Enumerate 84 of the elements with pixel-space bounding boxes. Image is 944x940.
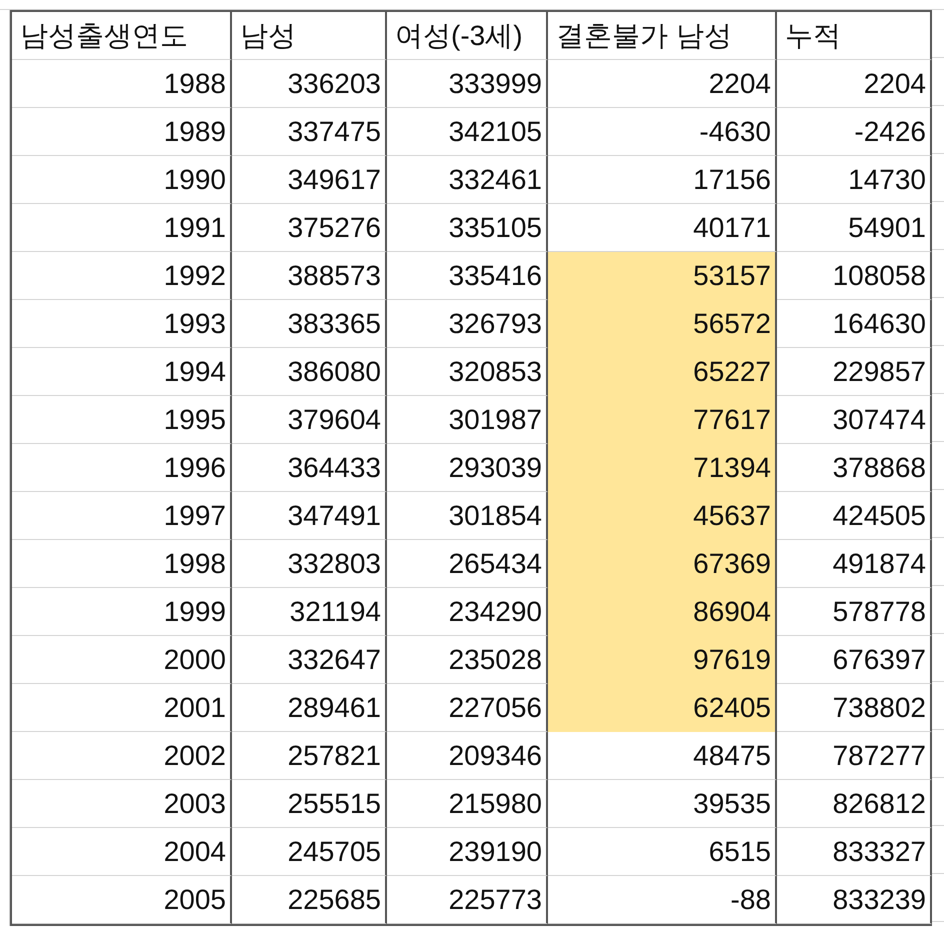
table-cell: -2426 xyxy=(777,108,932,156)
table-cell: 54901 xyxy=(777,204,932,252)
table-cell: 215980 xyxy=(387,780,548,828)
table-cell: 2004 xyxy=(12,828,232,876)
column-header: 남성출생연도 xyxy=(12,12,232,60)
table-cell: 1993 xyxy=(12,300,232,348)
table-cell: 255515 xyxy=(232,780,387,828)
table-cell: 364433 xyxy=(232,444,387,492)
table-cell: 56572 xyxy=(548,300,777,348)
table-cell: 386080 xyxy=(232,348,387,396)
table-cell: 833327 xyxy=(777,828,932,876)
table-cell: 826812 xyxy=(777,780,932,828)
table-cell: 97619 xyxy=(548,636,777,684)
table-cell: 245705 xyxy=(232,828,387,876)
table-cell: 378868 xyxy=(777,444,932,492)
table-cell: 239190 xyxy=(387,828,548,876)
table-cell: 1988 xyxy=(12,60,232,108)
table-cell: 332647 xyxy=(232,636,387,684)
table-cell: 71394 xyxy=(548,444,777,492)
table-cell: 1991 xyxy=(12,204,232,252)
table-cell: 676397 xyxy=(777,636,932,684)
table-cell: 108058 xyxy=(777,252,932,300)
table-cell: 229857 xyxy=(777,348,932,396)
table-cell: 1995 xyxy=(12,396,232,444)
table-cell: 1996 xyxy=(12,444,232,492)
table-cell: 53157 xyxy=(548,252,777,300)
table-cell: -88 xyxy=(548,876,777,924)
table-cell: 86904 xyxy=(548,588,777,636)
column-header: 결혼불가 남성 xyxy=(548,12,777,60)
table-cell: 332461 xyxy=(387,156,548,204)
table-cell: 333999 xyxy=(387,60,548,108)
table-cell: 2204 xyxy=(548,60,777,108)
table-cell: 209346 xyxy=(387,732,548,780)
table-cell: 67369 xyxy=(548,540,777,588)
table-cell: 65227 xyxy=(548,348,777,396)
table-cell: 335105 xyxy=(387,204,548,252)
table-cell: 2000 xyxy=(12,636,232,684)
column-header: 남성 xyxy=(232,12,387,60)
table-cell: 225685 xyxy=(232,876,387,924)
table-cell: 738802 xyxy=(777,684,932,732)
table-cell: 424505 xyxy=(777,492,932,540)
table-cell: 2001 xyxy=(12,684,232,732)
table-cell: 6515 xyxy=(548,828,777,876)
table-cell: 307474 xyxy=(777,396,932,444)
table-cell: 1992 xyxy=(12,252,232,300)
table-cell: 578778 xyxy=(777,588,932,636)
table-cell: 342105 xyxy=(387,108,548,156)
table-cell: 2005 xyxy=(12,876,232,924)
table-cell: 45637 xyxy=(548,492,777,540)
table-cell: 1998 xyxy=(12,540,232,588)
table-cell: 257821 xyxy=(232,732,387,780)
table-cell: 349617 xyxy=(232,156,387,204)
table-cell: 1994 xyxy=(12,348,232,396)
table-cell: 787277 xyxy=(777,732,932,780)
table-cell: 1999 xyxy=(12,588,232,636)
table-cell: 2003 xyxy=(12,780,232,828)
table-cell: 379604 xyxy=(232,396,387,444)
table-cell: -4630 xyxy=(548,108,777,156)
table-cell: 225773 xyxy=(387,876,548,924)
table-cell: 1990 xyxy=(12,156,232,204)
table-cell: 336203 xyxy=(232,60,387,108)
table-cell: 1997 xyxy=(12,492,232,540)
table-cell: 383365 xyxy=(232,300,387,348)
table-cell: 388573 xyxy=(232,252,387,300)
table-cell: 2002 xyxy=(12,732,232,780)
table-cell: 14730 xyxy=(777,156,932,204)
table-cell: 1989 xyxy=(12,108,232,156)
table-cell: 347491 xyxy=(232,492,387,540)
table-cell: 39535 xyxy=(548,780,777,828)
table-cell: 337475 xyxy=(232,108,387,156)
table-cell: 62405 xyxy=(548,684,777,732)
table-cell: 48475 xyxy=(548,732,777,780)
table-cell: 164630 xyxy=(777,300,932,348)
table-cell: 77617 xyxy=(548,396,777,444)
column-header: 누적 xyxy=(777,12,932,60)
table-cell: 332803 xyxy=(232,540,387,588)
table-cell: 491874 xyxy=(777,540,932,588)
column-header: 여성(-3세) xyxy=(387,12,548,60)
table-cell: 289461 xyxy=(232,684,387,732)
table-cell: 321194 xyxy=(232,588,387,636)
table-cell: 375276 xyxy=(232,204,387,252)
table-cell: 17156 xyxy=(548,156,777,204)
table-cell: 2204 xyxy=(777,60,932,108)
table-cell: 833239 xyxy=(777,876,932,924)
